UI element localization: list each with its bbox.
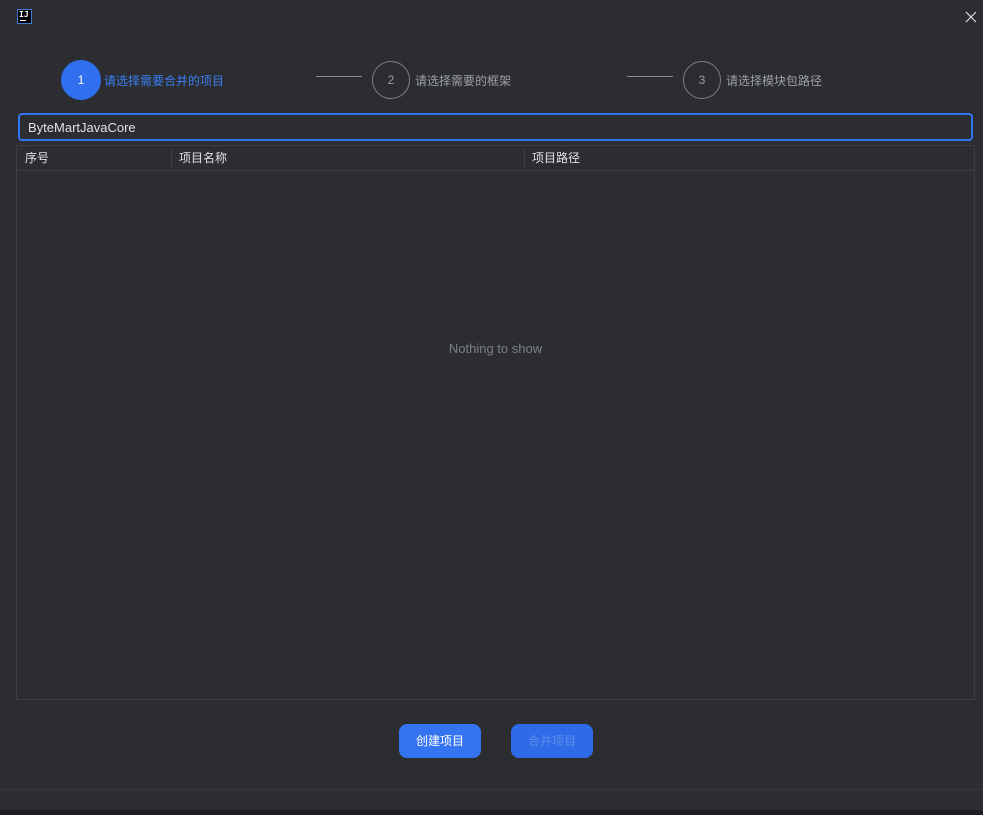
step-connector-1	[316, 76, 362, 77]
footer-divider	[0, 789, 983, 790]
step-1-label: 请选择需要合并的项目	[104, 74, 225, 88]
wizard-stepper: 1 请选择需要合并的项目 2 请选择需要的框架 3 请选择模块包路径	[0, 58, 983, 102]
step-2-number: 2	[387, 73, 395, 87]
projects-table: 序号 项目名称 项目路径 Nothing to show	[16, 145, 975, 700]
close-icon	[965, 11, 977, 23]
window-bottom-edge	[0, 810, 983, 815]
step-3-number: 3	[698, 73, 706, 87]
step-1-circle: 1	[61, 60, 101, 100]
column-header-project-path[interactable]: 项目路径	[524, 146, 974, 170]
table-header: 序号 项目名称 项目路径	[17, 146, 974, 171]
empty-table-message: Nothing to show	[448, 341, 543, 356]
create-project-button[interactable]: 创建项目	[399, 724, 481, 758]
column-header-project-name[interactable]: 项目名称	[171, 146, 524, 170]
project-search-input[interactable]	[18, 113, 973, 141]
title-bar: IJ	[0, 0, 983, 34]
step-2-circle: 2	[372, 61, 410, 99]
wizard-dialog: IJ 1 请选择需要合并的项目 2 请选择需要的框架 3 请选择模块包路径 序	[0, 0, 983, 815]
merge-project-button[interactable]: 合并项目	[511, 724, 593, 758]
step-2-label: 请选择需要的框架	[415, 74, 512, 88]
step-1-number: 1	[77, 73, 85, 87]
step-3-label: 请选择模块包路径	[726, 74, 823, 88]
logo-text: IJ	[19, 10, 29, 19]
step-3-circle: 3	[683, 61, 721, 99]
step-connector-2	[627, 76, 673, 77]
column-header-index[interactable]: 序号	[17, 146, 171, 170]
intellij-logo-icon: IJ	[17, 9, 32, 24]
close-button[interactable]	[963, 9, 979, 25]
